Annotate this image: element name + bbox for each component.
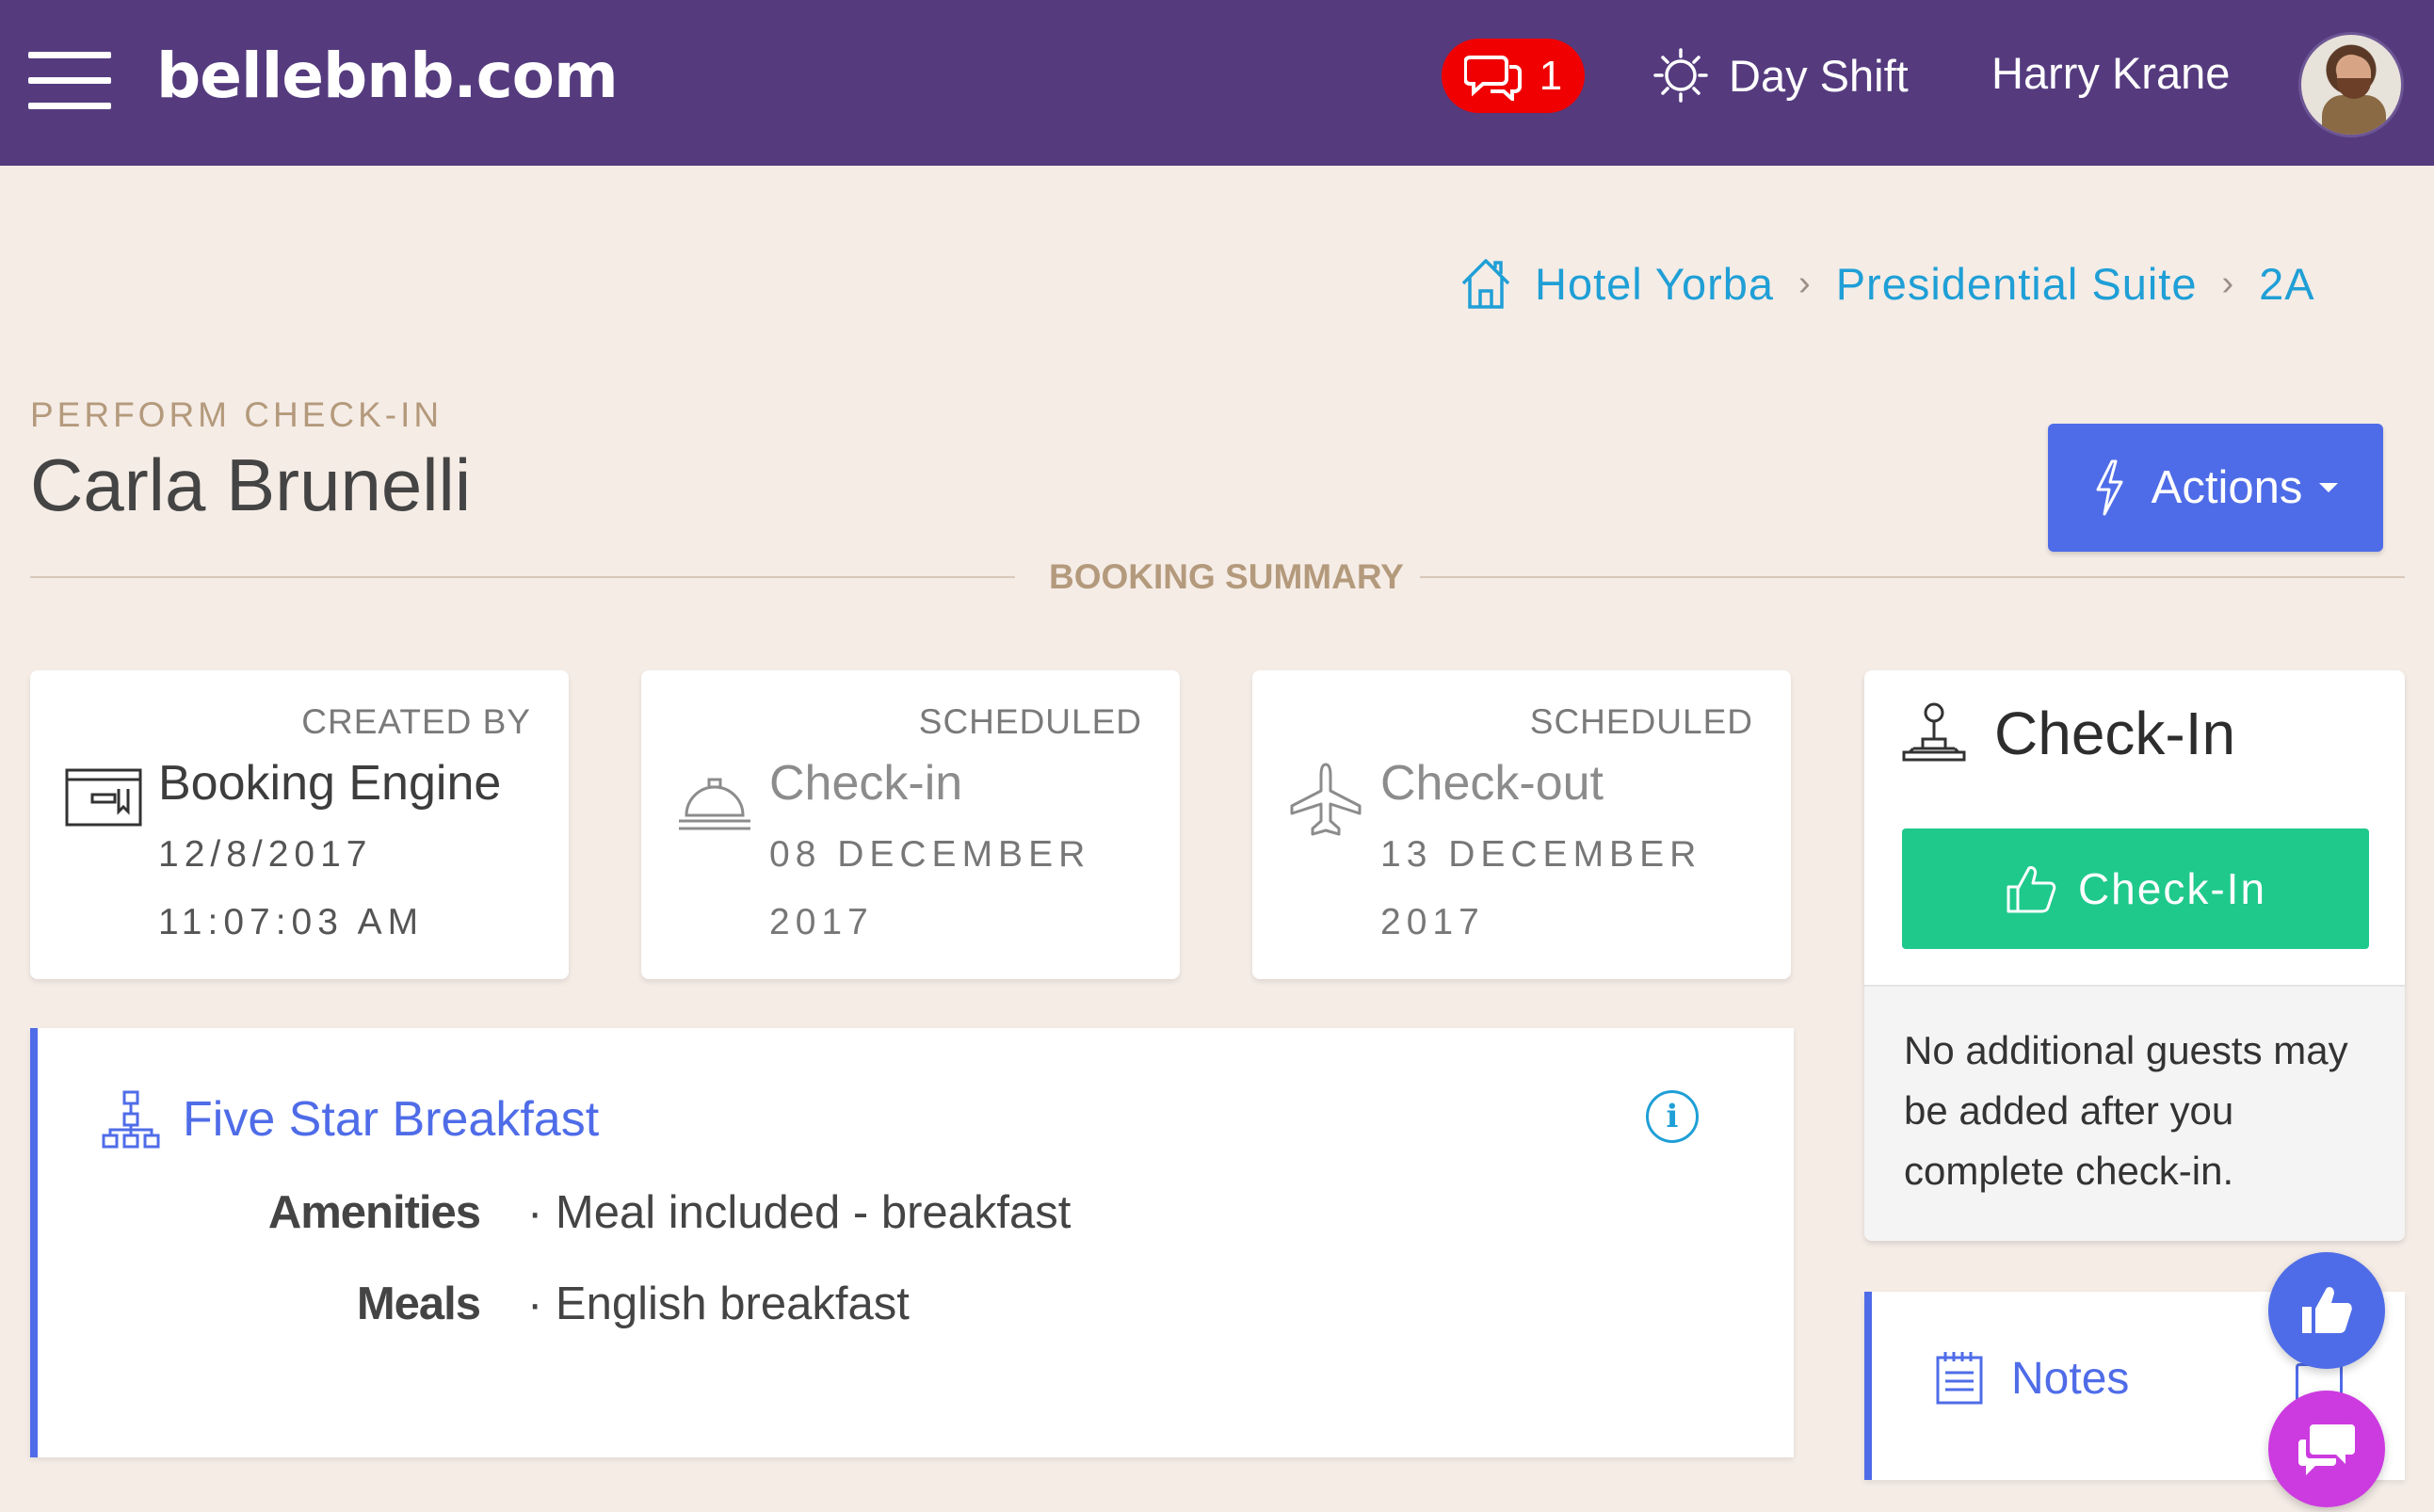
divider <box>30 576 1015 578</box>
row-value: · English breakfast <box>527 1279 910 1329</box>
feedback-like-button[interactable] <box>2268 1252 2385 1369</box>
checkin-button[interactable]: Check-In <box>1902 828 2369 949</box>
package-meals-row: Meals · English breakfast <box>38 1278 910 1330</box>
lightning-icon <box>2096 459 2123 516</box>
chat-bubbles-icon <box>1463 55 1522 101</box>
created-date: 12/8/2017 <box>158 834 373 875</box>
card-main: Check-out <box>1380 756 1604 811</box>
joystick-icon <box>1902 702 1966 762</box>
airplane-icon <box>1286 761 1365 844</box>
thumbs-up-icon <box>2302 1287 2352 1333</box>
breadcrumb-separator: › <box>2221 263 2235 303</box>
home-icon[interactable] <box>1458 255 1514 312</box>
live-chat-button[interactable] <box>2268 1391 2385 1507</box>
brand-logo[interactable]: bellebnb.com <box>156 40 619 112</box>
hierarchy-icon <box>102 1090 160 1149</box>
actions-dropdown-button[interactable]: Actions <box>2048 424 2383 552</box>
checkin-button-label: Check-In <box>2077 864 2267 913</box>
row-value: · Meal included - breakfast <box>527 1187 1072 1238</box>
scheduled-checkout-card: SCHEDULED Check-out 13 DECEMBER 2017 <box>1252 670 1791 979</box>
checkin-panel: Check-In Check-In No additional guests m… <box>1864 670 2405 1241</box>
row-label: Amenities <box>267 1187 481 1238</box>
service-bell-icon <box>675 774 754 839</box>
rate-package-panel: Five Star Breakfast i Amenities · Meal i… <box>30 1028 1794 1457</box>
checkin-title: Check-In <box>1994 700 2236 767</box>
message-count-badge: 1 <box>1539 52 1563 99</box>
breadcrumb: Hotel Yorba › Presidential Suite › 2A <box>1458 247 2315 320</box>
caret-down-icon <box>2319 483 2339 492</box>
hamburger-menu-icon[interactable] <box>28 52 111 110</box>
notes-title[interactable]: Notes <box>2011 1353 2129 1405</box>
card-caption: SCHEDULED <box>918 702 1142 741</box>
card-main: Booking Engine <box>158 756 502 811</box>
sun-icon <box>1653 48 1708 103</box>
thumbs-up-icon <box>2007 866 2056 913</box>
card-caption: SCHEDULED <box>1529 702 1753 741</box>
section-label: BOOKING SUMMARY <box>1049 557 1404 596</box>
shift-selector[interactable]: Day Shift <box>1653 38 1909 113</box>
breadcrumb-room-type[interactable]: Presidential Suite <box>1836 258 2198 310</box>
avatar[interactable] <box>2298 32 2404 137</box>
card-main: Check-in <box>769 756 963 811</box>
created-by-card: CREATED BY Booking Engine 12/8/2017 11:0… <box>30 670 569 979</box>
breadcrumb-separator: › <box>1798 263 1812 303</box>
package-amenities-row: Amenities · Meal included - breakfast <box>38 1186 1072 1239</box>
checkout-date: 13 DECEMBER <box>1380 834 1702 875</box>
notepad-icon <box>1936 1352 1983 1405</box>
scheduled-checkin-card: SCHEDULED Check-in 08 DECEMBER 2017 <box>641 670 1180 979</box>
package-name[interactable]: Five Star Breakfast <box>183 1091 599 1148</box>
checkout-year: 2017 <box>1380 902 1485 942</box>
chat-icon <box>2298 1424 2355 1475</box>
package-header: Five Star Breakfast <box>100 1088 599 1150</box>
shift-label: Day Shift <box>1729 50 1909 101</box>
card-detail: 13 DECEMBER 2017 <box>1380 821 1701 957</box>
card-detail: 12/8/2017 11:07:03 AM <box>158 821 424 957</box>
checkin-year: 2017 <box>769 902 874 942</box>
breadcrumb-hotel[interactable]: Hotel Yorba <box>1535 258 1774 310</box>
row-label: Meals <box>356 1279 481 1329</box>
card-detail: 08 DECEMBER 2017 <box>769 821 1090 957</box>
notes-header: Notes <box>1934 1350 2129 1407</box>
checkin-date: 08 DECEMBER <box>769 834 1091 875</box>
checkin-note: No additional guests may be added after … <box>1864 985 2405 1241</box>
checkin-header: Check-In <box>1900 699 2235 768</box>
messages-button[interactable]: 1 <box>1442 39 1585 113</box>
info-icon[interactable]: i <box>1646 1090 1699 1143</box>
page-kicker: PERFORM CHECK-IN <box>30 395 443 434</box>
top-navigation-bar: bellebnb.com 1 Day Shift Harry Krane <box>0 0 2434 166</box>
breadcrumb-room[interactable]: 2A <box>2259 258 2315 310</box>
divider <box>1420 576 2405 578</box>
card-caption: CREATED BY <box>301 702 531 741</box>
booking-engine-icon <box>64 764 143 833</box>
actions-label: Actions <box>2151 462 2303 513</box>
created-time: 11:07:03 AM <box>158 902 425 942</box>
page-title: Carla Brunelli <box>30 443 472 526</box>
user-name[interactable]: Harry Krane <box>1991 47 2230 99</box>
